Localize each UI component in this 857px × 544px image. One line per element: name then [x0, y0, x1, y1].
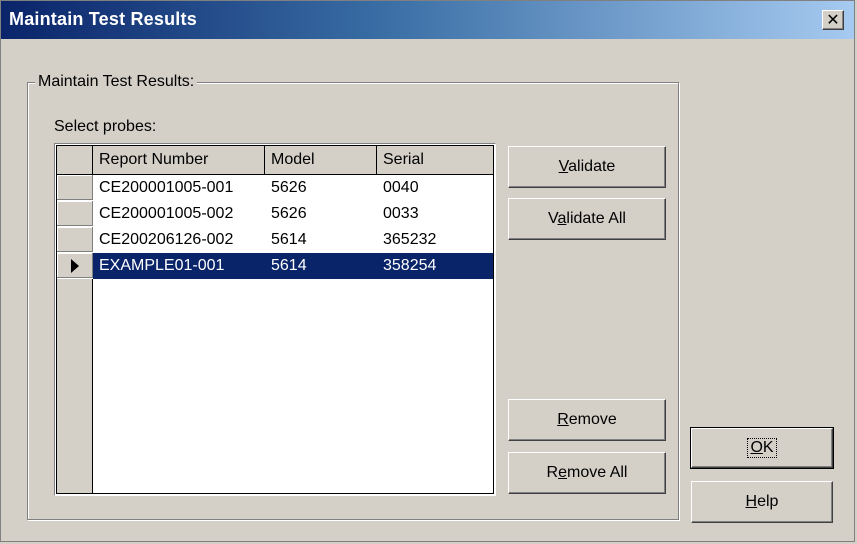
cell-report-number[interactable]: CE200206126-002 [93, 227, 265, 253]
table-row[interactable]: CE200001005-001 5626 0040 [57, 175, 493, 201]
validate-accel: V [558, 158, 569, 175]
current-row-arrow-icon [71, 259, 79, 273]
close-button[interactable]: ✕ [822, 10, 844, 30]
cell-report-number[interactable]: EXAMPLE01-001 [93, 253, 265, 279]
ok-focus-rect: OK [747, 438, 777, 458]
title-bar[interactable]: Maintain Test Results ✕ [1, 1, 854, 39]
ok-button[interactable]: OK [690, 427, 834, 469]
row-indicator-current[interactable] [57, 253, 93, 279]
close-icon: ✕ [826, 12, 840, 29]
probes-grid-body: Report Number Model Serial CE200001005-0… [56, 145, 494, 494]
cell-serial[interactable]: 358254 [377, 253, 493, 279]
row-indicator[interactable] [57, 227, 93, 253]
remove-all-label-post: move All [567, 464, 628, 481]
remove-button[interactable]: Remove [508, 399, 666, 441]
cell-serial[interactable]: 365232 [377, 227, 493, 253]
table-row[interactable]: CE200206126-002 5614 365232 [57, 227, 493, 253]
help-button[interactable]: Help [691, 481, 833, 523]
cell-serial[interactable]: 0033 [377, 201, 493, 227]
row-indicator[interactable] [57, 201, 93, 227]
select-probes-label: Select probes: [54, 118, 157, 135]
column-header-model[interactable]: Model [265, 146, 377, 175]
help-accel: H [745, 493, 758, 510]
row-indicator[interactable] [57, 175, 93, 201]
dialog-window: Maintain Test Results ✕ Maintain Test Re… [0, 0, 855, 542]
cell-report-number[interactable]: CE200001005-002 [93, 201, 265, 227]
remove-label-post: emove [568, 411, 617, 428]
help-label-post: elp [757, 493, 779, 510]
column-header-report-number[interactable]: Report Number [93, 146, 265, 175]
cell-serial[interactable]: 0040 [377, 175, 493, 201]
header-corner [57, 146, 93, 175]
column-header-serial[interactable]: Serial [377, 146, 493, 175]
cell-model[interactable]: 5626 [265, 201, 377, 227]
table-row[interactable]: CE200001005-002 5626 0033 [57, 201, 493, 227]
remove-all-accel: e [558, 464, 567, 481]
ok-accel: O [750, 439, 763, 456]
cell-model[interactable]: 5614 [265, 227, 377, 253]
validate-button[interactable]: Validate [508, 146, 666, 188]
cell-model[interactable]: 5626 [265, 175, 377, 201]
cell-model[interactable]: 5614 [265, 253, 377, 279]
ok-label-post: K [762, 439, 774, 456]
probes-grid[interactable]: Report Number Model Serial CE200001005-0… [54, 143, 496, 496]
validate-all-button[interactable]: Validate All [508, 198, 666, 240]
remove-all-label-pre: R [546, 464, 559, 481]
validate-label-post: alidate [568, 158, 616, 175]
remove-accel: R [557, 411, 569, 428]
cell-report-number[interactable]: CE200001005-001 [93, 175, 265, 201]
validate-all-label-post: lidate All [566, 210, 626, 227]
remove-all-button[interactable]: Remove All [508, 452, 666, 494]
table-row-selected[interactable]: EXAMPLE01-001 5614 358254 [57, 253, 493, 279]
group-label: Maintain Test Results: [35, 73, 198, 91]
window-title: Maintain Test Results [9, 9, 197, 29]
